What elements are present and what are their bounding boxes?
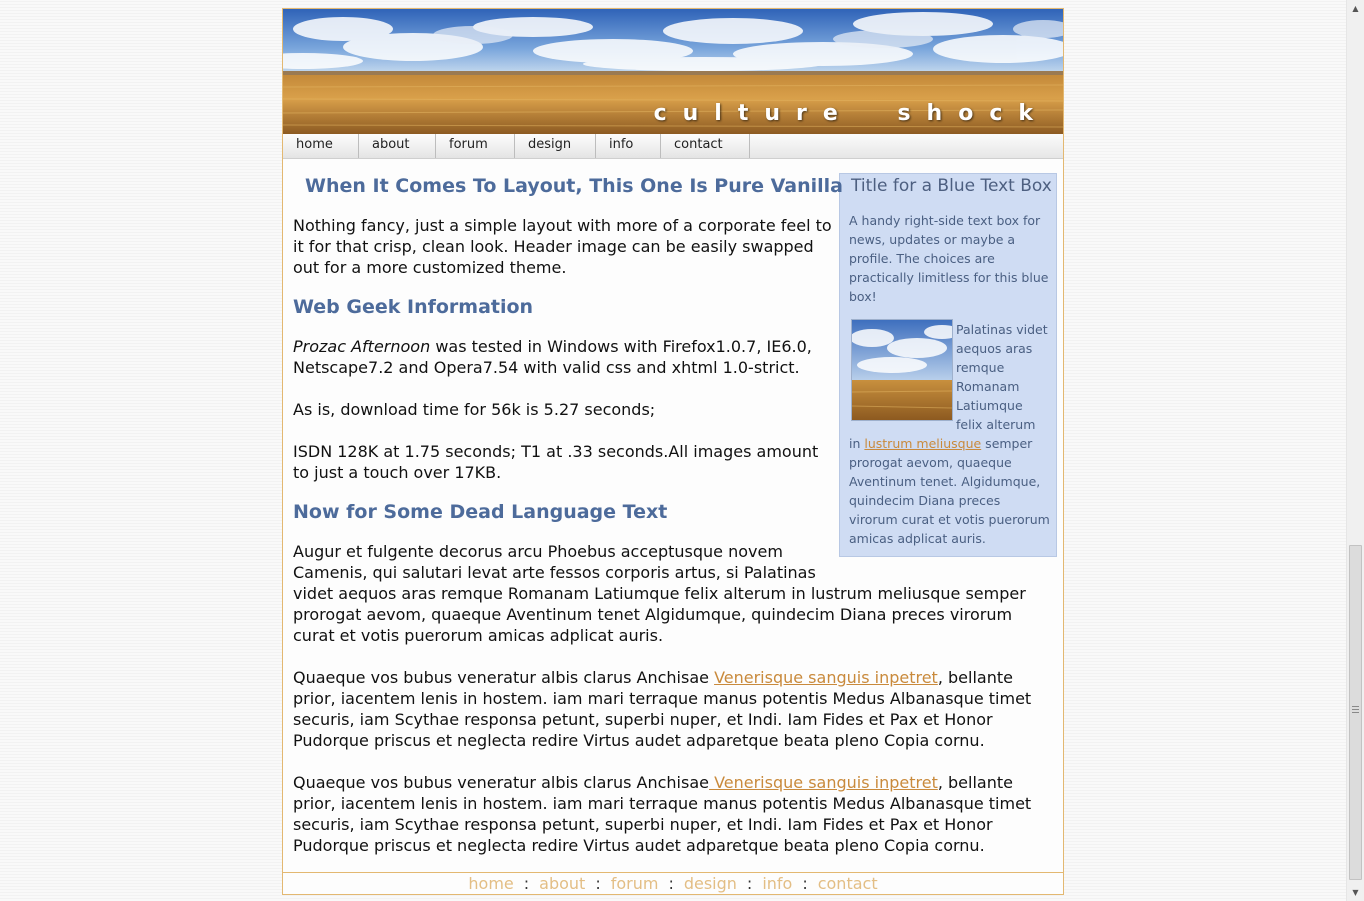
sidebar-link[interactable]: lustrum meliusque <box>864 436 981 451</box>
nav-item-design[interactable]: design <box>515 134 596 158</box>
web-geek-heading: Web Geek Information <box>293 296 534 318</box>
web-geek-paragraph-1: Prozac Afternoon was tested in Windows w… <box>293 337 812 377</box>
dead-language-paragraph-1: Augur et fulgente decorus arcu Phoebus a… <box>293 542 1026 645</box>
nav-item-about[interactable]: about <box>359 134 436 158</box>
footer-link-contact[interactable]: contact <box>818 874 878 893</box>
sidebar-intro: A handy right-side text box for news, up… <box>849 213 1049 304</box>
footer-separator: : <box>746 874 753 893</box>
sidebar-body-text: Palatinas videt aequos aras remque Roman… <box>849 322 1050 546</box>
dead-language-heading: Now for Some Dead Language Text <box>293 501 668 523</box>
footer-link-about[interactable]: about <box>539 874 585 893</box>
scrollbar-thumb[interactable] <box>1349 545 1362 880</box>
page-container: culture shock home about forum design in… <box>282 8 1064 895</box>
venerisque-link-2[interactable]: Venerisque sanguis inpetret <box>709 773 938 792</box>
nav-item-home[interactable]: home <box>283 134 359 158</box>
footer-link-info[interactable]: info <box>762 874 792 893</box>
arrow-up-icon[interactable]: ▲ <box>1347 0 1364 17</box>
web-geek-paragraph-3: ISDN 128K at 1.75 seconds; T1 at .33 sec… <box>293 442 819 482</box>
grip-icon <box>1352 706 1359 715</box>
intro-paragraph: Nothing fancy, just a simple layout with… <box>293 216 832 277</box>
main-nav: home about forum design info contact <box>283 134 1063 159</box>
footer-separator: : <box>523 874 530 893</box>
footer-nav: home: about: forum: design: info: contact <box>283 872 1063 894</box>
vertical-scrollbar[interactable]: ▲ ▼ <box>1346 0 1364 901</box>
footer-link-home[interactable]: home <box>468 874 513 893</box>
footer-separator: : <box>668 874 674 893</box>
footer-link-forum[interactable]: forum <box>611 874 659 893</box>
arrow-down-icon[interactable]: ▼ <box>1347 884 1364 901</box>
dead-language-paragraph-3: Quaeque vos bubus veneratur albis clarus… <box>293 773 1032 855</box>
nav-item-forum[interactable]: forum <box>436 134 515 158</box>
sidebar-title: Title for a Blue Text Box <box>851 176 1052 196</box>
blue-text-box: Title for a Blue Text Box A handy right-… <box>839 173 1057 557</box>
dead-language-paragraph-2: Quaeque vos bubus veneratur albis clarus… <box>293 668 1032 750</box>
venerisque-link-1[interactable]: Venerisque sanguis inpetret <box>714 668 938 687</box>
footer-separator: : <box>802 874 808 893</box>
site-title: culture shock <box>653 101 1049 126</box>
nav-item-contact[interactable]: contact <box>661 134 750 158</box>
web-geek-paragraph-2: As is, download time for 56k is 5.27 sec… <box>293 400 656 419</box>
header-banner: culture shock <box>283 9 1063 134</box>
nav-item-info[interactable]: info <box>596 134 661 158</box>
footer-separator: : <box>595 874 601 893</box>
page-title: When It Comes To Layout, This One Is Pur… <box>305 175 844 197</box>
footer-link-design[interactable]: design <box>684 874 737 893</box>
